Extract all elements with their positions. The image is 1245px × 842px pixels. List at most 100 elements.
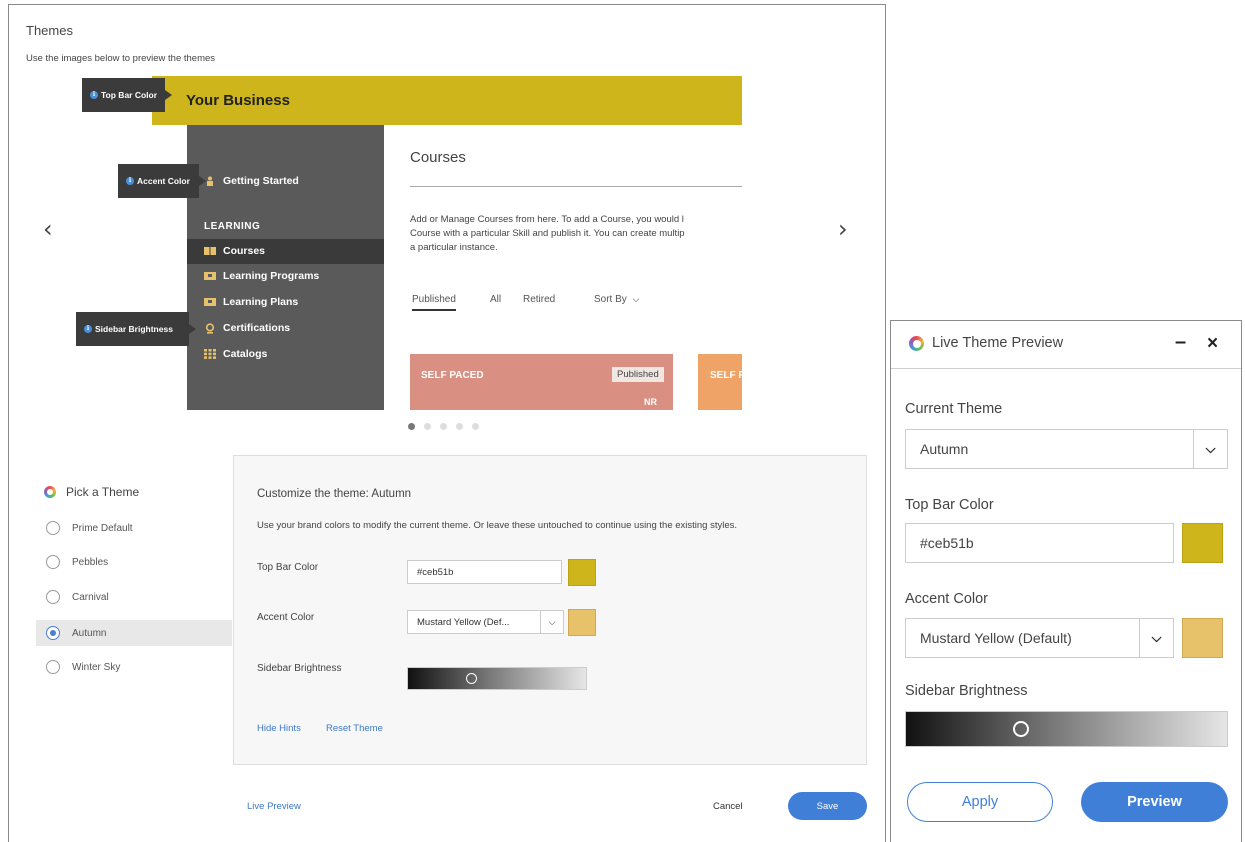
preview-nav-certifications: Certifications [204, 322, 290, 334]
preview-sort-label: Sort By [594, 294, 627, 305]
preview-nav-label: Courses [223, 245, 266, 257]
hint-sidebar-brightness: i Sidebar Brightness [76, 312, 196, 346]
sidebar-brightness-label: Sidebar Brightness [905, 683, 1028, 699]
carousel-dot[interactable] [456, 423, 463, 430]
pick-theme-heading: Pick a Theme [44, 485, 139, 499]
top-bar-color-input[interactable]: #ceb51b [407, 560, 562, 584]
preview-tab-retired: Retired [523, 294, 556, 305]
page-title: Themes [26, 23, 73, 38]
preview-card-badge: Published [612, 367, 664, 382]
reset-theme-link[interactable]: Reset Theme [326, 723, 383, 734]
carousel-dot[interactable] [408, 423, 415, 430]
accent-color-swatch[interactable] [568, 609, 596, 636]
theme-option-label: Prime Default [72, 522, 133, 534]
carousel-dot[interactable] [424, 423, 431, 430]
chevron-right-icon[interactable]: › [838, 217, 848, 241]
apply-button[interactable]: Apply [907, 782, 1053, 822]
accent-color-value: Mustard Yellow (Default) [920, 630, 1072, 646]
radio-button[interactable] [46, 660, 60, 674]
color-wheel-icon [44, 486, 56, 498]
carousel-dot[interactable] [472, 423, 479, 430]
color-wheel-icon [909, 336, 924, 351]
top-bar-color-swatch[interactable] [1182, 523, 1223, 563]
radio-button[interactable] [46, 590, 60, 604]
theme-option-label: Winter Sky [72, 661, 121, 673]
theme-option-winter-sky[interactable]: Winter Sky [36, 654, 232, 680]
radio-button[interactable] [46, 555, 60, 569]
accent-color-select[interactable]: Mustard Yellow (Def... ⌵ [407, 610, 564, 634]
grid-icon [204, 349, 216, 359]
theme-option-pebbles[interactable]: Pebbles [36, 549, 232, 575]
preview-sort-by: Sort By ⌵ [594, 294, 639, 305]
close-icon[interactable]: × [1207, 333, 1218, 355]
top-bar-color-label: Top Bar Color [257, 562, 319, 573]
info-icon: i [84, 325, 92, 333]
chevron-down-icon[interactable]: ⌵ [540, 611, 563, 633]
theme-option-autumn[interactable]: Autumn [36, 620, 232, 646]
live-theme-preview-panel: Live Theme Preview – × Current Theme Aut… [890, 320, 1242, 842]
preview-nav-getting-started: Getting Started [204, 175, 299, 187]
hint-label: Sidebar Brightness [95, 324, 173, 334]
preview-desc-line: Course with a particular Skill and publi… [410, 228, 685, 239]
top-bar-color-input[interactable]: #ceb51b [905, 523, 1174, 563]
theme-option-label: Autumn [72, 627, 107, 639]
chevron-down-icon[interactable]: ⌵ [1139, 619, 1173, 657]
chevron-down-icon: ⌵ [632, 294, 640, 304]
hide-hints-link[interactable]: Hide Hints [257, 723, 301, 734]
chevron-down-icon[interactable]: ⌵ [1193, 430, 1227, 468]
preview-nav-learning-programs: Learning Programs [204, 270, 319, 282]
preview-desc-line: Add or Manage Courses from here. To add … [410, 214, 684, 225]
radio-button[interactable] [46, 521, 60, 535]
hint-label: Top Bar Color [101, 90, 158, 100]
sidebar-brightness-slider[interactable] [407, 667, 587, 690]
accent-color-select[interactable]: Mustard Yellow (Default) ⌵ [905, 618, 1174, 658]
live-panel-header: Live Theme Preview – × [891, 321, 1241, 369]
accent-color-label: Accent Color [905, 591, 989, 607]
sidebar-brightness-label: Sidebar Brightness [257, 663, 342, 674]
preview-main-title: Courses [410, 149, 466, 166]
certificate-icon [204, 323, 216, 334]
preview-button[interactable]: Preview [1081, 782, 1228, 822]
theme-option-prime-default[interactable]: Prime Default [36, 515, 232, 541]
theme-option-label: Carnival [72, 591, 109, 603]
preview-tab-published: Published [412, 294, 456, 311]
preview-nav-label: Catalogs [223, 348, 268, 360]
slider-handle[interactable] [1013, 721, 1029, 737]
preview-card-type: SELF F [710, 370, 742, 381]
current-theme-select[interactable]: Autumn ⌵ [905, 429, 1228, 469]
current-theme-value: Autumn [920, 441, 969, 457]
sidebar-brightness-slider[interactable] [905, 711, 1228, 747]
radio-button[interactable] [46, 626, 60, 640]
save-button[interactable]: Save [788, 792, 867, 820]
themes-dialog: Themes Use the images below to preview t… [8, 4, 886, 842]
pick-theme-title: Pick a Theme [66, 485, 140, 499]
carousel-dot[interactable] [440, 423, 447, 430]
preview-card-tag: NR [644, 397, 657, 407]
info-icon: i [90, 91, 98, 99]
carousel-dots [408, 423, 479, 430]
minimize-icon[interactable]: – [1175, 331, 1186, 354]
theme-option-label: Pebbles [72, 556, 109, 568]
customize-description: Use your brand colors to modify the curr… [257, 520, 738, 531]
cancel-button[interactable]: Cancel [713, 801, 743, 812]
preview-nav-label: Learning Programs [223, 270, 320, 282]
preview-nav-catalogs: Catalogs [204, 348, 267, 360]
accent-color-swatch[interactable] [1182, 618, 1223, 658]
hint-top-bar-color: i Top Bar Color [82, 78, 172, 112]
info-icon: i [126, 177, 134, 185]
theme-preview-image: Your Business Getting Started LEARNING C… [152, 76, 742, 410]
slider-handle[interactable] [466, 673, 477, 684]
preview-business-name: Your Business [186, 92, 290, 109]
preview-nav-label: Getting Started [223, 175, 299, 187]
preview-desc-line: a particular instance. [410, 242, 498, 253]
top-bar-color-swatch[interactable] [568, 559, 596, 586]
preview-nav-label: Learning Plans [223, 296, 299, 308]
live-preview-link[interactable]: Live Preview [247, 801, 301, 812]
live-panel-title: Live Theme Preview [932, 335, 1064, 351]
preview-top-bar: Your Business [152, 76, 742, 125]
chevron-left-icon[interactable]: ‹ [43, 217, 53, 241]
theme-option-carnival[interactable]: Carnival [36, 584, 232, 610]
customize-panel: Customize the theme: Autumn Use your bra… [233, 455, 867, 765]
preview-sidebar: Getting Started LEARNING Courses Learnin… [187, 125, 384, 410]
preview-course-card: SELF PACED Published NR [410, 354, 673, 410]
